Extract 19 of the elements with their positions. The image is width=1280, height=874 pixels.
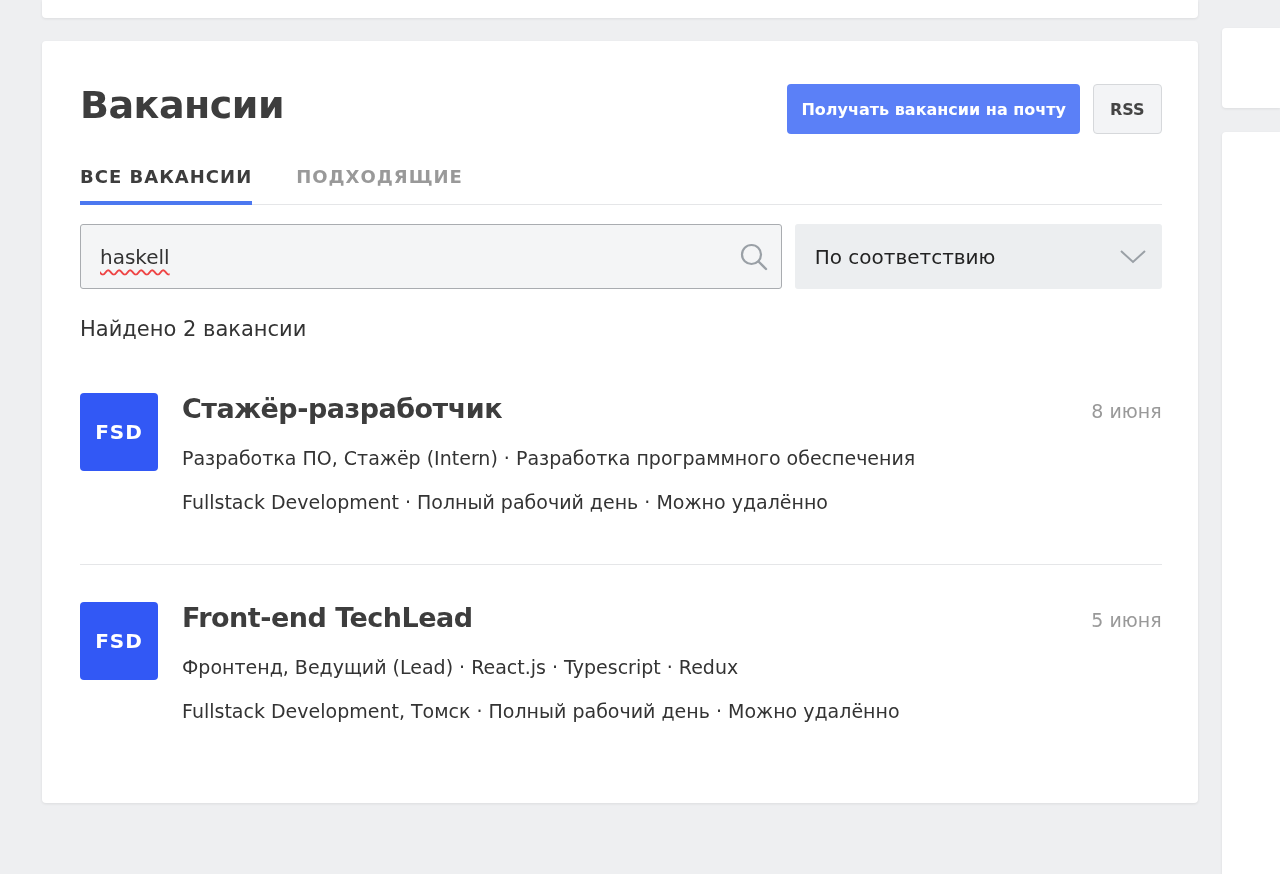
company-logo: FSD bbox=[80, 602, 158, 680]
sort-dropdown[interactable]: По соответствию bbox=[794, 224, 1162, 289]
search-field[interactable]: haskell bbox=[80, 224, 782, 289]
job-date: 5 июня bbox=[1091, 609, 1162, 631]
job-details: Fullstack Development · Полный рабочий день · Можно удалённо bbox=[182, 490, 829, 515]
job-title-link[interactable]: Стажёр-разработчик bbox=[182, 393, 502, 424]
chevron-down-icon bbox=[1119, 249, 1146, 264]
job-details: Fullstack Development, Томск · Полный рабочий день · Можно удалённо bbox=[182, 699, 901, 724]
rss-button[interactable]: RSS bbox=[1093, 84, 1162, 134]
page-title: Вакансии bbox=[80, 83, 285, 127]
job-details: Разработка ПО, Стажёр (Intern) · Разработка программного обеспечения bbox=[182, 446, 917, 471]
search-icon bbox=[738, 241, 769, 272]
job-title-link[interactable]: Front-end TechLead bbox=[182, 602, 473, 633]
job-date: 8 июня bbox=[1091, 400, 1162, 422]
company-logo: FSD bbox=[80, 393, 158, 471]
subscribe-button[interactable]: Получать вакансии на почту bbox=[787, 84, 1080, 134]
tab[interactable]: ВСЕ ВАКАНСИИ bbox=[80, 158, 253, 205]
job-details: Фронтенд, Ведущий (Lead) · React.js · Typescript · Redux bbox=[182, 655, 740, 680]
results-count: Найдено 2 вакансии bbox=[80, 317, 308, 341]
